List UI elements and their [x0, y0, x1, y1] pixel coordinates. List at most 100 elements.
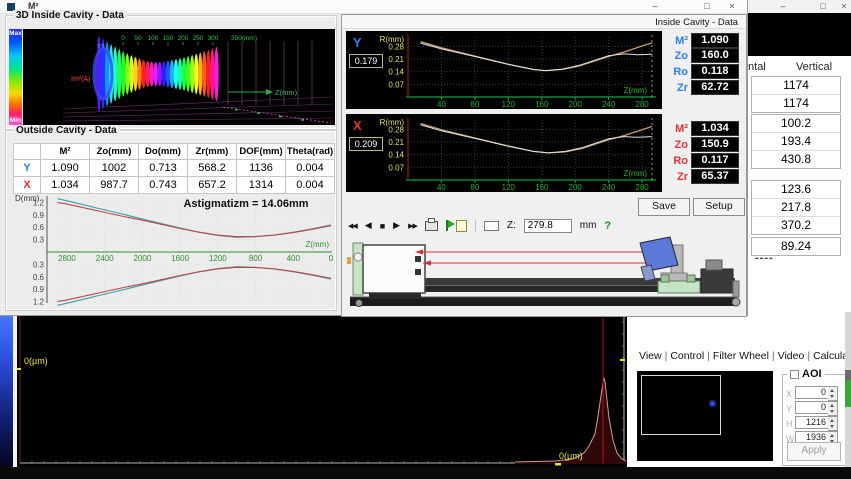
- beam-profile-plot: 0(μm) 0(μm): [17, 312, 627, 467]
- svg-text:1200: 1200: [209, 254, 227, 263]
- camera-preview: [637, 371, 773, 461]
- tab-separator: |: [665, 350, 668, 362]
- svg-text:80: 80: [470, 183, 479, 192]
- apply-button[interactable]: Apply: [787, 442, 841, 461]
- camera-aperture: [415, 269, 421, 275]
- measurement-window-titlebar: – □ ×: [737, 0, 851, 13]
- param-label: M²: [664, 35, 688, 47]
- toolbar-separator: [475, 220, 476, 232]
- measurement-value: 193.4: [752, 132, 840, 150]
- z-position-input[interactable]: [524, 219, 572, 233]
- y-chart-svg: 40801201602002402800.280.210.140.07R(mm)…: [346, 31, 662, 109]
- colorbar: Max Min: [9, 29, 22, 125]
- play-icon[interactable]: ▶: [393, 220, 400, 231]
- maximize-icon[interactable]: □: [817, 1, 829, 12]
- aoi-spinner[interactable]: [828, 386, 838, 401]
- badge-icon[interactable]: [456, 220, 467, 232]
- outside-col-header: M²: [41, 144, 90, 160]
- param-value: 160.0: [691, 48, 739, 63]
- param-value: 1.034: [691, 121, 739, 136]
- region-icon[interactable]: [484, 221, 499, 231]
- astig-xlabel: Z(mm): [305, 240, 329, 249]
- svg-text:800: 800: [249, 254, 263, 263]
- svg-text:200: 200: [569, 100, 583, 109]
- axis-label: Y: [14, 160, 41, 177]
- flag-icon[interactable]: [446, 220, 448, 231]
- svg-text:0.14: 0.14: [388, 68, 404, 77]
- help-icon[interactable]: ?: [604, 220, 611, 232]
- aoi-field-label: Y: [786, 404, 795, 414]
- svg-text:100: 100: [148, 35, 159, 42]
- motor-block: [701, 269, 733, 293]
- aoi-region-outline[interactable]: [641, 375, 721, 435]
- end-bracket: [733, 281, 739, 297]
- inside-cavity-window: Inside Cavity - Data 4080120160200240280…: [341, 14, 747, 317]
- measurement-value: 123.6: [752, 181, 840, 198]
- close-icon[interactable]: ×: [838, 1, 850, 12]
- toolbar: ◀◀ ◀ ■ ▶ ▶▶ Z: mm ?: [348, 217, 611, 234]
- outside-cavity-table: M²Zo(mm)Do(mm)Zr(mm)DOF(mm)Theta(rad)Y1.…: [13, 143, 335, 194]
- panel-outside-title: Outside Cavity - Data: [13, 125, 120, 136]
- lead-screw-knob: [732, 298, 740, 306]
- astig-ylabel: D(mm): [15, 194, 40, 203]
- tab-view[interactable]: View: [639, 350, 662, 362]
- camera-mount-plate: [353, 243, 363, 295]
- outside-cell: 1.090: [41, 160, 90, 177]
- screen: – □ × Horizontal Vertical 11741174100.21…: [0, 0, 851, 479]
- panel-3d-title: 3D Inside Cavity - Data: [13, 10, 127, 21]
- param-label: Zr: [664, 82, 688, 94]
- scrollbar[interactable]: [845, 312, 851, 467]
- outside-cell: 568.2: [188, 160, 237, 177]
- svg-text:Z(mm): Z(mm): [623, 86, 647, 95]
- svg-text:250: 250: [193, 35, 204, 42]
- aoi-checkbox[interactable]: [790, 370, 799, 379]
- measurement-value: 430.8: [752, 150, 840, 168]
- param-label: Ro: [664, 155, 688, 167]
- maximize-icon[interactable]: □: [700, 0, 714, 12]
- x-param-row: Zo150.9: [664, 137, 739, 152]
- printer-icon[interactable]: [425, 221, 438, 231]
- svg-text:280: 280: [635, 100, 649, 109]
- aoi-row-y: Y0: [786, 402, 844, 415]
- astigmatism-chart: 1.20.90.60.30.30.60.91.22800240020001600…: [13, 191, 333, 307]
- inside-window-title: Inside Cavity - Data: [655, 17, 738, 28]
- stop-icon[interactable]: ■: [380, 221, 385, 231]
- carriage: [658, 281, 700, 293]
- aoi-input-y[interactable]: 0: [795, 401, 828, 414]
- motor-top: [706, 260, 722, 270]
- aoi-input-x[interactable]: 0: [795, 386, 828, 399]
- svg-text:0.14: 0.14: [388, 151, 404, 160]
- aoi-input-h[interactable]: 1216: [795, 416, 828, 429]
- svg-text:50: 50: [134, 35, 142, 42]
- fast-forward-icon[interactable]: ▶▶: [408, 222, 417, 230]
- caustic-3d-svg: 050100150200250300 Int Im²(A) Z(mm) 350(…: [23, 29, 335, 125]
- step-back-icon[interactable]: ◀: [365, 220, 372, 231]
- svg-text:0.3: 0.3: [33, 236, 45, 245]
- svg-text:R(mm): R(mm): [380, 35, 405, 44]
- tab-filter-wheel[interactable]: Filter Wheel: [713, 350, 769, 362]
- minimize-icon[interactable]: –: [777, 1, 789, 12]
- aoi-spinner[interactable]: [828, 416, 838, 431]
- setup-button[interactable]: Setup: [693, 198, 745, 216]
- minimize-icon[interactable]: –: [648, 0, 662, 12]
- svg-text:40: 40: [437, 183, 446, 192]
- y-caustic-chart: 40801201602002402800.280.210.140.07R(mm)…: [346, 31, 662, 109]
- x-param-row: Zr65.37: [664, 169, 739, 184]
- caustic-3d-view: 050100150200250300 Int Im²(A) Z(mm) 350(…: [23, 29, 335, 125]
- aoi-spinner[interactable]: [828, 401, 838, 416]
- save-button[interactable]: Save: [638, 198, 690, 216]
- close-icon[interactable]: ×: [725, 0, 739, 12]
- x-chart-svg: 40801201602002402800.280.210.140.07R(mm)…: [346, 114, 662, 192]
- tab-control[interactable]: Control: [670, 350, 704, 362]
- measurement-group: 100.2193.4430.8: [751, 114, 841, 169]
- svg-text:200: 200: [569, 183, 583, 192]
- tab-video[interactable]: Video: [778, 350, 805, 362]
- rewind-icon[interactable]: ◀◀: [348, 222, 357, 230]
- camera-base: [369, 293, 421, 299]
- scrollbar-thumb[interactable]: [845, 380, 851, 407]
- svg-text:0.21: 0.21: [388, 138, 404, 147]
- table-row: Y1.09010020.713568.211360.004: [14, 160, 335, 177]
- param-value: 0.118: [691, 64, 739, 79]
- colorbar-max-label: Max: [9, 30, 22, 37]
- outside-col-header: DOF(mm): [237, 144, 286, 160]
